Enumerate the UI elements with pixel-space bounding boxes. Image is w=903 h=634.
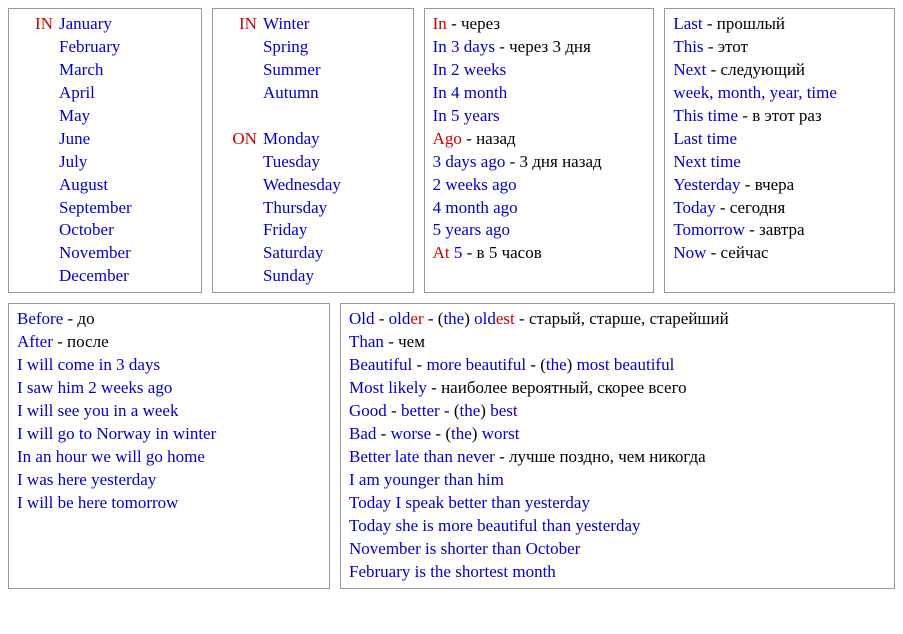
month: April [59, 82, 132, 105]
entry: Old - older - (the) oldest - старый, ста… [349, 308, 886, 331]
entry: In 5 years [433, 105, 646, 128]
month: January [59, 13, 132, 36]
day: Tuesday [263, 151, 341, 174]
entry: I am younger than him [349, 469, 886, 492]
label-on: ON [221, 128, 263, 289]
entry: In - через [433, 13, 646, 36]
entry: Today - сегодня [673, 197, 886, 220]
entry: Today she is more beautiful than yesterd… [349, 515, 886, 538]
month: October [59, 219, 132, 242]
season: Autumn [263, 82, 321, 105]
month: March [59, 59, 132, 82]
entry: This time - в этот раз [673, 105, 886, 128]
entry: This - этот [673, 36, 886, 59]
entry: I saw him 2 weeks ago [17, 377, 321, 400]
entry: 5 years ago [433, 219, 646, 242]
month: November [59, 242, 132, 265]
entry: In 3 days - через 3 дня [433, 36, 646, 59]
entry: Now - сейчас [673, 242, 886, 265]
season: Spring [263, 36, 321, 59]
months-list: January February March April May June Ju… [59, 13, 132, 288]
entry: Next - следующий [673, 59, 886, 82]
entry: I will come in 3 days [17, 354, 321, 377]
entry: In 2 weeks [433, 59, 646, 82]
entry: Last time [673, 128, 886, 151]
box-before-after: Before - до After - после I will come in… [8, 303, 330, 588]
entry: Last - прошлый [673, 13, 886, 36]
month: September [59, 197, 132, 220]
day: Thursday [263, 197, 341, 220]
entry: 3 days ago - 3 дня назад [433, 151, 646, 174]
day: Monday [263, 128, 341, 151]
box-comparatives: Old - older - (the) oldest - старый, ста… [340, 303, 895, 588]
entry: Before - до [17, 308, 321, 331]
box-seasons-days: IN Winter Spring Summer Autumn ON Monday… [212, 8, 414, 293]
month: June [59, 128, 132, 151]
entry: 4 month ago [433, 197, 646, 220]
month: July [59, 151, 132, 174]
box-last-this-next: Last - прошлый This - этот Next - следую… [664, 8, 895, 293]
label-in: IN [17, 13, 59, 288]
entry: Than - чем [349, 331, 886, 354]
entry: November is shorter than October [349, 538, 886, 561]
entry: Good - better - (the) best [349, 400, 886, 423]
entry: 2 weeks ago [433, 174, 646, 197]
entry: Bad - worse - (the) worst [349, 423, 886, 446]
month: May [59, 105, 132, 128]
entry: Yesterday - вчера [673, 174, 886, 197]
entry: February is the shortest month [349, 561, 886, 584]
box-months: IN January February March April May June… [8, 8, 202, 293]
entry: At 5 - в 5 часов [433, 242, 646, 265]
day: Sunday [263, 265, 341, 288]
entry: I will see you in a week [17, 400, 321, 423]
entry: In 4 month [433, 82, 646, 105]
entry: week, month, year, time [673, 82, 886, 105]
entry: Most likely - наиболее вероятный, скорее… [349, 377, 886, 400]
seasons-list: Winter Spring Summer Autumn [263, 13, 321, 128]
entry: Ago - назад [433, 128, 646, 151]
day: Wednesday [263, 174, 341, 197]
entry: Better late than never - лучше поздно, ч… [349, 446, 886, 469]
season: Summer [263, 59, 321, 82]
entry: In an hour we will go home [17, 446, 321, 469]
entry: Today I speak better than yesterday [349, 492, 886, 515]
month: February [59, 36, 132, 59]
season: Winter [263, 13, 321, 36]
entry: After - после [17, 331, 321, 354]
box-in-ago: In - через In 3 days - через 3 дня In 2 … [424, 8, 655, 293]
label-in: IN [221, 13, 263, 128]
day: Friday [263, 219, 341, 242]
month: December [59, 265, 132, 288]
entry: I was here yesterday [17, 469, 321, 492]
days-list: Monday Tuesday Wednesday Thursday Friday… [263, 128, 341, 289]
entry: Tomorrow - завтра [673, 219, 886, 242]
month: August [59, 174, 132, 197]
entry: Next time [673, 151, 886, 174]
day: Saturday [263, 242, 341, 265]
entry: Beautiful - more beautiful - (the) most … [349, 354, 886, 377]
entry: I will be here tomorrow [17, 492, 321, 515]
entry: I will go to Norway in winter [17, 423, 321, 446]
